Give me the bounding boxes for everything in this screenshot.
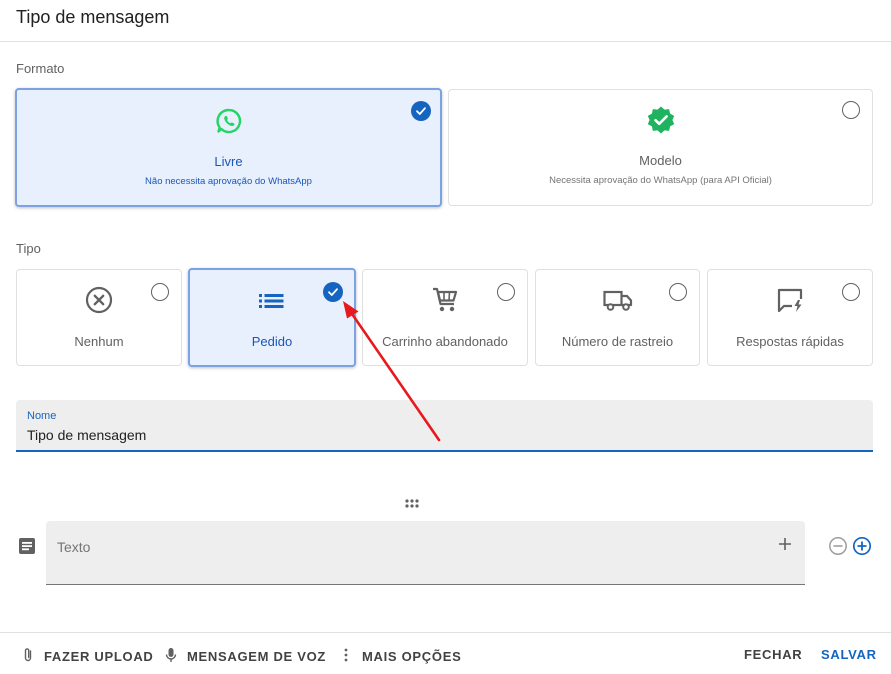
texto-input[interactable]: Texto: [46, 521, 805, 585]
quick-reply-icon: [775, 285, 805, 315]
nome-field[interactable]: Nome Tipo de mensagem: [16, 400, 873, 452]
upload-button[interactable]: FAZER UPLOAD: [22, 647, 154, 666]
checked-icon: [323, 282, 343, 302]
radio-unchecked-icon: [842, 101, 860, 119]
shopping-cart-icon: [430, 285, 460, 315]
more-options-label: MAIS OPÇÕES: [362, 649, 462, 664]
texto-placeholder: Texto: [57, 539, 91, 555]
truck-icon: [602, 285, 634, 315]
radio-unchecked-icon: [497, 283, 515, 301]
type-option-rastreio[interactable]: Número de rastreio: [535, 269, 700, 366]
type-option-respostas[interactable]: Respostas rápidas: [707, 269, 873, 366]
nome-field-value[interactable]: Tipo de mensagem: [27, 427, 146, 443]
text-document-icon: [18, 537, 36, 560]
list-icon: [257, 288, 287, 314]
attachment-icon: [22, 647, 34, 666]
voice-message-label: MENSAGEM DE VOZ: [187, 649, 327, 664]
save-label: SALVAR: [821, 647, 877, 662]
format-option-modelo[interactable]: Modelo Necessita aprovação do WhatsApp (…: [448, 89, 873, 206]
cancel-circle-icon: [84, 285, 114, 315]
checked-icon: [411, 101, 431, 121]
dialog-title: Tipo de mensagem: [16, 7, 170, 27]
message-type-dialog: Tipo de mensagem Formato Livre Não neces…: [0, 0, 891, 674]
radio-unchecked-icon: [842, 283, 860, 301]
drag-handle-icon[interactable]: [404, 497, 420, 515]
type-rastreio-title: Número de rastreio: [561, 334, 674, 349]
nome-field-label: Nome: [27, 410, 57, 422]
add-block-icon[interactable]: [852, 536, 872, 561]
tipo-label: Tipo: [16, 241, 41, 256]
dialog-footer: FAZER UPLOAD MENSAGEM DE VOZ MAIS OPÇÕES…: [0, 632, 891, 674]
remove-block-icon[interactable]: [828, 536, 848, 561]
save-button[interactable]: SALVAR: [821, 647, 877, 662]
type-option-nenhum[interactable]: Nenhum: [16, 269, 182, 366]
more-options-button[interactable]: MAIS OPÇÕES: [340, 647, 461, 666]
whatsapp-icon: [215, 107, 243, 135]
type-option-pedido[interactable]: Pedido: [188, 268, 356, 367]
close-button[interactable]: FECHAR: [744, 647, 802, 662]
radio-unchecked-icon: [669, 283, 687, 301]
more-vert-icon: [340, 647, 352, 666]
microphone-icon: [165, 647, 177, 666]
type-respostas-title: Respostas rápidas: [736, 334, 844, 349]
add-variable-icon[interactable]: [777, 536, 793, 557]
format-livre-title: Livre: [214, 154, 243, 169]
type-pedido-title: Pedido: [251, 334, 293, 349]
formato-label: Formato: [16, 61, 65, 76]
format-modelo-title: Modelo: [639, 153, 682, 168]
close-label: FECHAR: [744, 647, 803, 662]
radio-unchecked-icon: [151, 283, 169, 301]
format-modelo-subtitle: Necessita aprovação do WhatsApp (para AP…: [549, 175, 772, 186]
voice-message-button[interactable]: MENSAGEM DE VOZ: [165, 647, 326, 666]
type-carrinho-title: Carrinho abandonado: [382, 334, 508, 349]
format-option-livre[interactable]: Livre Não necessita aprovação do WhatsAp…: [15, 88, 442, 207]
upload-label: FAZER UPLOAD: [44, 649, 154, 664]
format-livre-subtitle: Não necessita aprovação do WhatsApp: [145, 176, 312, 187]
verified-badge-icon: [646, 105, 676, 135]
type-nenhum-title: Nenhum: [74, 334, 124, 349]
type-option-carrinho[interactable]: Carrinho abandonado: [362, 269, 528, 366]
dialog-header: Tipo de mensagem: [0, 0, 891, 42]
